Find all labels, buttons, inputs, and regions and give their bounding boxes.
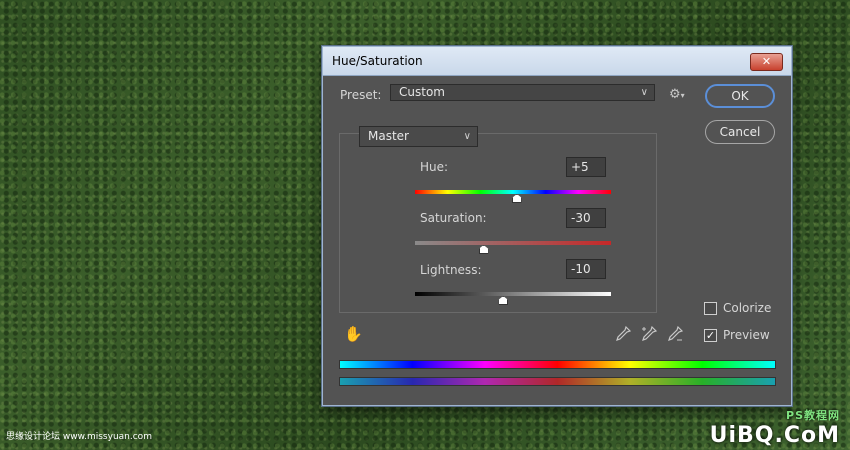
site-logo: PS教程网 UiBQ.CoM	[710, 407, 840, 448]
eyedropper-minus-icon[interactable]	[667, 326, 683, 342]
ok-button[interactable]: OK	[705, 84, 775, 108]
dialog-title: Hue/Saturation	[332, 54, 423, 68]
forum-watermark: 思缘设计论坛 www.missyuan.com	[6, 432, 152, 442]
output-color-bar	[339, 377, 776, 386]
lightness-input[interactable]: -10	[566, 259, 606, 279]
hue-input[interactable]: +5	[566, 157, 606, 177]
title-bar[interactable]: Hue/Saturation ✕	[323, 47, 791, 76]
channel-value: Master	[368, 129, 409, 143]
cancel-button[interactable]: Cancel	[705, 120, 775, 144]
lightness-slider-track[interactable]	[415, 292, 611, 296]
lightness-label: Lightness:	[420, 263, 482, 277]
saturation-label: Saturation:	[420, 211, 487, 225]
logo-subtext: PS教程网	[786, 409, 840, 422]
preset-label: Preset:	[340, 88, 382, 102]
channel-dropdown[interactable]: Master ∨	[359, 126, 478, 147]
preset-value: Custom	[399, 85, 445, 99]
close-button[interactable]: ✕	[750, 53, 783, 71]
chevron-down-icon: ∨	[640, 87, 648, 98]
hue-slider-track[interactable]	[415, 190, 611, 194]
hue-saturation-dialog: Hue/Saturation ✕ Preset: Custom ∨ ⚙▾ OK …	[322, 46, 792, 406]
colorize-checkbox[interactable]	[704, 302, 717, 315]
input-color-bar	[339, 360, 776, 369]
chevron-down-icon: ∨	[463, 131, 471, 142]
gear-icon[interactable]: ⚙▾	[669, 87, 685, 102]
preview-checkbox[interactable]: ✓	[704, 329, 717, 342]
hue-label: Hue:	[420, 160, 449, 174]
preview-label: Preview	[723, 328, 770, 342]
eyedropper-plus-icon[interactable]	[641, 326, 657, 342]
eyedropper-icon[interactable]	[615, 326, 631, 342]
preset-dropdown[interactable]: Custom ∨	[390, 84, 655, 101]
logo-text: UiBQ.CoM	[709, 423, 840, 448]
saturation-input[interactable]: -30	[566, 208, 606, 228]
hand-icon[interactable]: ✋	[344, 325, 363, 343]
adjustment-group	[339, 133, 657, 313]
saturation-slider-track[interactable]	[415, 241, 611, 245]
colorize-label: Colorize	[723, 301, 772, 315]
